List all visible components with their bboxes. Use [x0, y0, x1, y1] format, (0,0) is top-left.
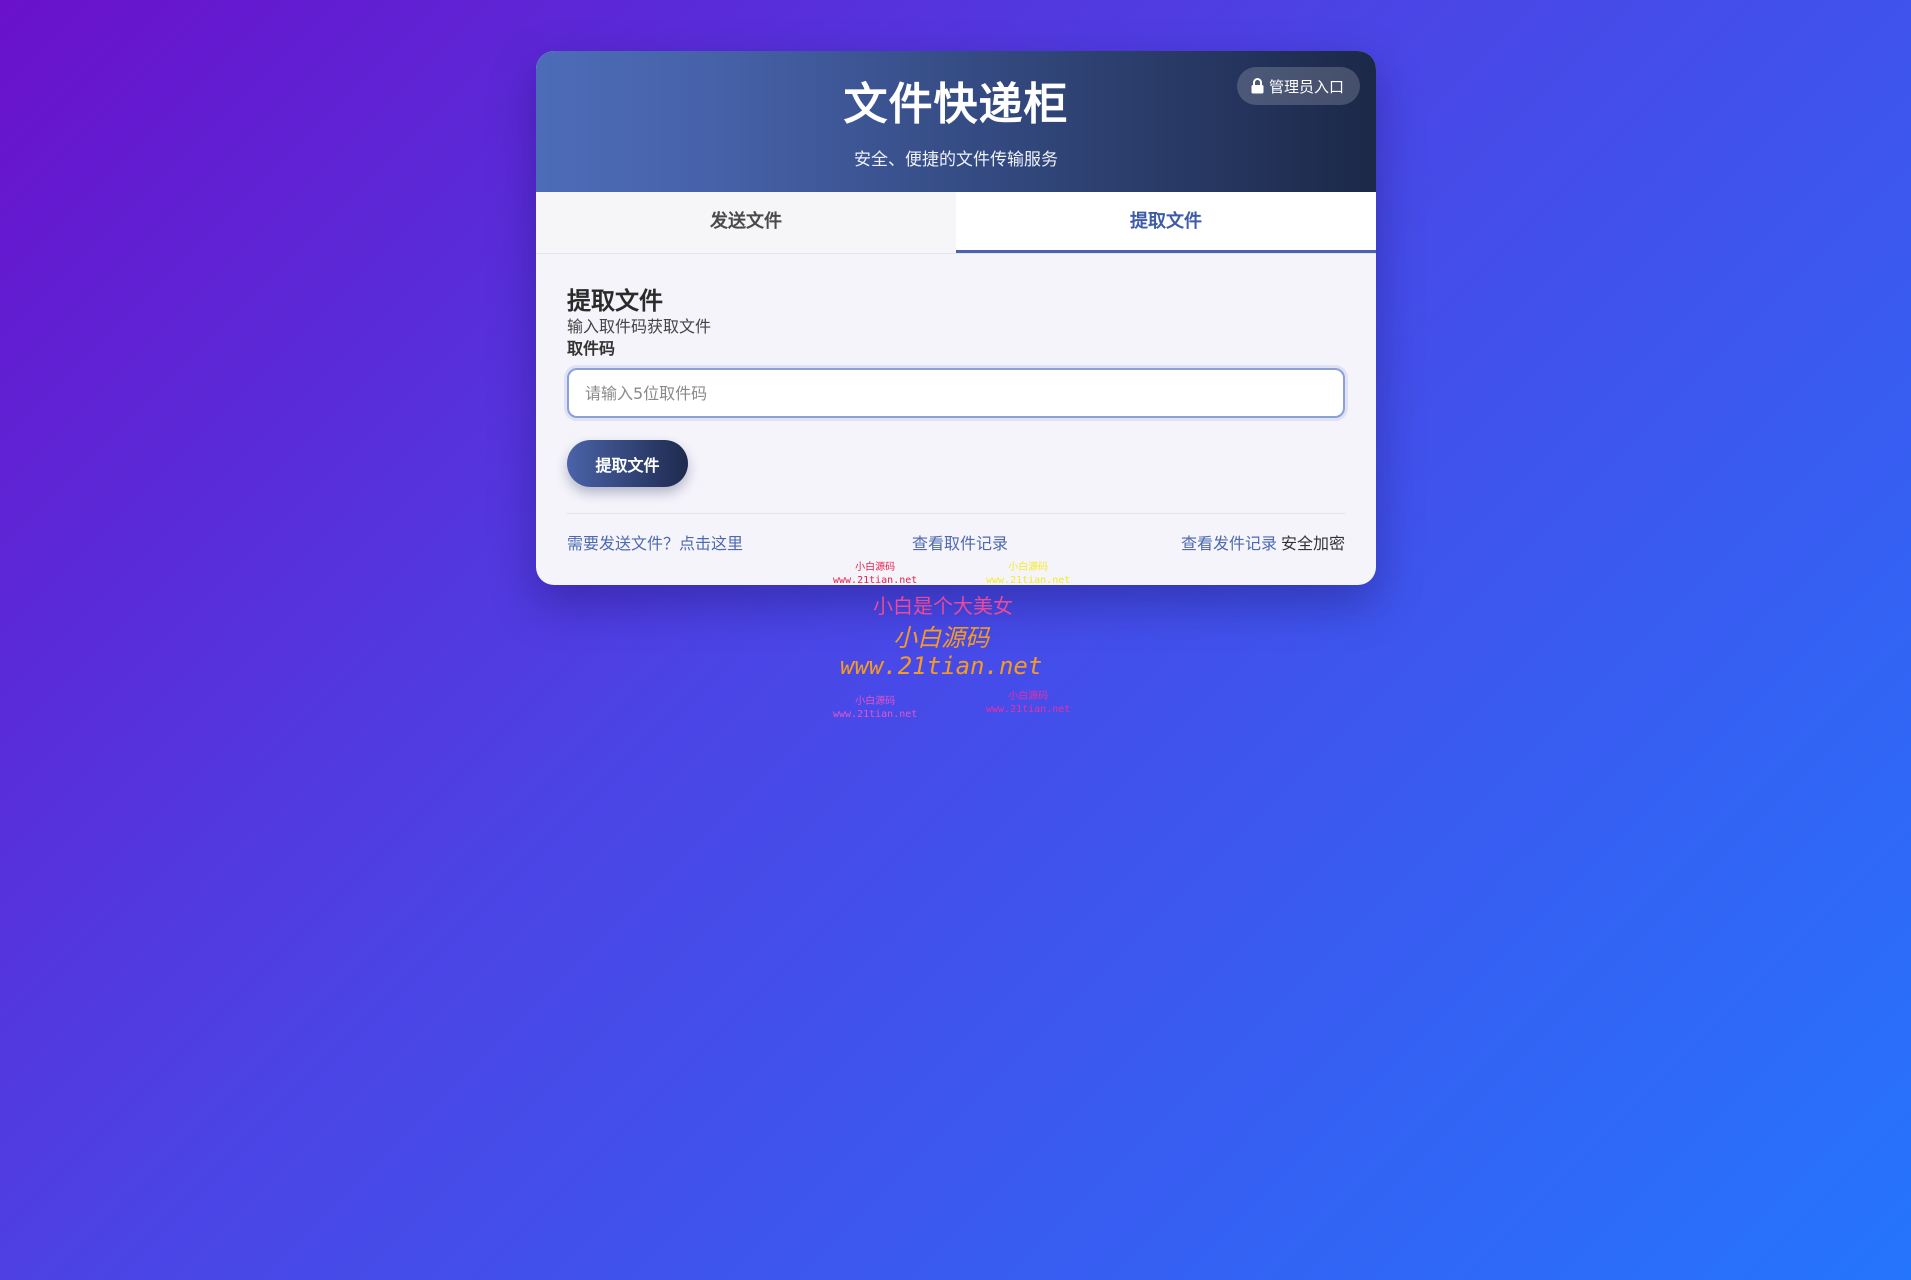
tab-send-file[interactable]: 发送文件 [536, 192, 956, 253]
watermark-main-text: 小白是个大美女 [873, 594, 1013, 618]
pickup-submit-button[interactable]: 提取文件 [567, 440, 688, 487]
watermark-yellow-url: www.21tian.net [986, 575, 1071, 586]
watermark-orange-name: 小白源码 [893, 624, 990, 652]
watermark-yellow-name: 小白源码 [1008, 562, 1049, 573]
send-log-link[interactable]: 查看发件记录 [1181, 534, 1277, 553]
watermark-orange-url: www.21tian.net [840, 652, 1043, 680]
watermark-red: 小白源码 www.21tian.net [833, 561, 917, 587]
watermark-pink-name: 小白源码 [855, 696, 896, 707]
footer-links: 需要发送文件？点击这里 查看取件记录 查看发件记录 安全加密 [567, 514, 1345, 569]
watermark-magenta: 小白源码 www.21tian.net [986, 690, 1070, 716]
page-subtitle: 安全、便捷的文件传输服务 [854, 150, 1058, 170]
watermark-orange: 小白源码 www.21tian.net [840, 624, 1042, 680]
pickup-code-input[interactable] [567, 368, 1345, 418]
watermark-red-name: 小白源码 [855, 562, 896, 573]
section-title: 提取文件 [567, 287, 663, 315]
tab-pickup-file[interactable]: 提取文件 [956, 192, 1376, 253]
send-file-link[interactable]: 需要发送文件？点击这里 [567, 530, 743, 554]
file-locker-card: 管理员入口 文件快递柜 安全、便捷的文件传输服务 发送文件 提取文件 提取文件 … [536, 51, 1376, 585]
watermark-pink-url: www.21tian.net [833, 709, 918, 720]
pickup-code-label: 取件码 [567, 339, 616, 358]
footer-right-group: 查看发件记录 安全加密 [1181, 530, 1345, 554]
watermark-yellow: 小白源码 www.21tian.net [986, 561, 1070, 587]
watermark-magenta-url: www.21tian.net [986, 704, 1071, 715]
watermark-pink: 小白源码 www.21tian.net [833, 695, 917, 721]
watermark-red-url: www.21tian.net [833, 575, 918, 586]
secure-encryption-text: 安全加密 [1280, 534, 1345, 553]
pickup-log-link[interactable]: 查看取件记录 [912, 530, 1008, 554]
tab-bar: 发送文件 提取文件 [536, 192, 1376, 254]
watermark-magenta-name: 小白源码 [1008, 691, 1049, 702]
section-description: 输入取件码获取文件 [567, 317, 712, 336]
page-title: 文件快递柜 [843, 79, 1069, 130]
card-header: 管理员入口 文件快递柜 安全、便捷的文件传输服务 [536, 51, 1376, 192]
pickup-panel: 提取文件 输入取件码获取文件 取件码 提取文件 需要发送文件？点击这里 查看取件… [536, 254, 1376, 569]
